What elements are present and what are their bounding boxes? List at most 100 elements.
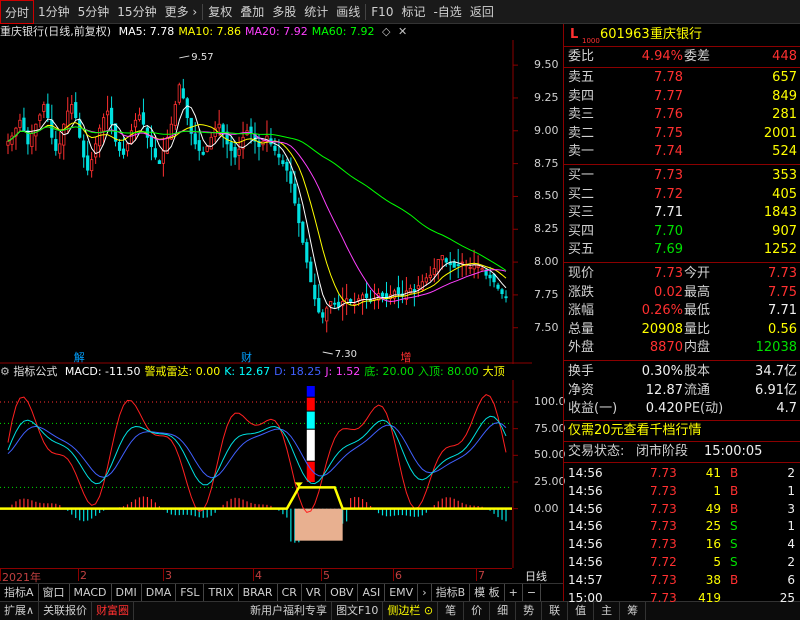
indicator-chart-bg	[0, 380, 512, 568]
sell-row[interactable]: 卖五 7.78 657	[564, 69, 800, 87]
stat-label: 总量	[568, 321, 595, 337]
trade-tick-row[interactable]: 14:56 7.73 49 B 3	[564, 500, 800, 518]
fundamental-value: 6.91亿	[755, 382, 797, 398]
indicator-tab-12[interactable]: EMV	[385, 584, 419, 601]
time-axis: 2021年 2 3 4 5 6 7	[0, 568, 512, 584]
candle-body	[133, 119, 138, 128]
toolbar-button-7[interactable]: 多股	[268, 0, 300, 24]
promo-row[interactable]: 仅需20元查看千档行情	[564, 422, 800, 440]
toolbar-button-2[interactable]: 5分钟	[74, 0, 114, 24]
toolbar-button-10[interactable]: F10	[367, 0, 397, 24]
buy-row[interactable]: 买五 7.69 1252	[564, 241, 800, 259]
trade-volume: 5	[713, 555, 721, 569]
promo-link[interactable]: 仅需20元查看千档行情	[568, 422, 702, 440]
trade-price: 7.73	[650, 572, 677, 587]
stat-label: 涨跌	[568, 284, 595, 300]
trade-tick-row[interactable]: 14:56 7.73 1 B 1	[564, 482, 800, 500]
fundamental-label: PE(动)	[684, 401, 724, 417]
time-axis-label: 2	[80, 569, 87, 582]
buy-row[interactable]: 买三 7.71 1843	[564, 204, 800, 222]
trade-tick-row[interactable]: 14:56 7.73 25 S 1	[564, 517, 800, 535]
price-chart[interactable]: 9.57 7.30 解 财 增	[0, 40, 532, 364]
buy-row[interactable]: 买二 7.72 405	[564, 186, 800, 204]
status-item-2[interactable]: 财富圈	[92, 602, 135, 620]
indicator-tab-16[interactable]: +	[505, 584, 523, 601]
status-item-5[interactable]: 侧边栏 ⊙	[383, 602, 439, 620]
sell-row[interactable]: 卖三 7.76 281	[564, 106, 800, 124]
trade-state-label: 交易状态:	[568, 444, 625, 459]
event-marker[interactable]: 财	[241, 350, 252, 364]
status-item-4[interactable]: 图文F10	[332, 602, 384, 620]
candle-body	[297, 203, 301, 224]
status-item-3[interactable]: 新用户福利专享	[246, 602, 333, 620]
event-marker[interactable]: 解	[74, 350, 85, 364]
time-axis-tick	[0, 569, 1, 581]
indicator-tab-10[interactable]: OBV	[326, 584, 359, 601]
fundamental-label: 换手	[568, 364, 595, 379]
trade-time: 14:56	[568, 466, 603, 480]
toolbar-button-3[interactable]: 15分钟	[113, 0, 160, 24]
candle-body	[137, 114, 142, 120]
trade-count: 3	[787, 501, 795, 516]
buy-label: 买五	[568, 242, 595, 258]
trade-time: 14:56	[568, 537, 603, 552]
sell-label: 卖四	[568, 88, 595, 104]
indicator-tab-4[interactable]: DMA	[142, 584, 177, 601]
toolbar-button-8[interactable]: 统计	[300, 0, 332, 24]
toolbar-button-9[interactable]: 画线	[332, 0, 364, 24]
toolbar-button-13[interactable]: 返回	[466, 0, 498, 24]
settings-gear-icon[interactable]: ⚙	[0, 365, 10, 378]
sell-row[interactable]: 卖二 7.75 2001	[564, 125, 800, 143]
indicator-tab-14[interactable]: 指标B	[432, 584, 471, 601]
status-item-9[interactable]: 势	[516, 602, 543, 620]
toolbar-button-12[interactable]: -自选	[429, 0, 465, 24]
indicator-tab-5[interactable]: FSL	[176, 584, 205, 601]
toolbar-button-5[interactable]: 复权	[204, 0, 236, 24]
status-item-1[interactable]: 关联报价	[39, 602, 93, 620]
sell-volume: 657	[772, 70, 797, 85]
trade-tick-row[interactable]: 14:56 7.72 5 S 2	[564, 553, 800, 571]
diamond-icon[interactable]: ◇	[382, 25, 390, 38]
fundamental-value: 4.7	[776, 401, 797, 417]
indicator-tab-1[interactable]: 窗口	[39, 584, 70, 601]
indicator-tab-9[interactable]: VR	[302, 584, 327, 601]
indicator-tab-6[interactable]: TRIX	[204, 584, 239, 601]
indicator-tab-7[interactable]: BRAR	[239, 584, 278, 601]
period-label[interactable]: 日线	[525, 568, 547, 584]
event-marker[interactable]: 增	[400, 350, 411, 364]
indicator-tab-3[interactable]: DMI	[112, 584, 142, 601]
toolbar-button-6[interactable]: 叠加	[236, 0, 268, 24]
signal-bar-segment	[306, 429, 315, 461]
status-item-6[interactable]: 笔	[438, 602, 465, 620]
trade-tick-row[interactable]: 14:56 7.73 16 S 4	[564, 535, 800, 553]
toolbar-button-1[interactable]: 1分钟	[34, 0, 74, 24]
indicator-tab-8[interactable]: CR	[278, 584, 302, 601]
buy-row[interactable]: 买一 7.73 353	[564, 167, 800, 185]
stat-label: 量比	[684, 321, 711, 337]
status-item-0[interactable]: 扩展∧	[0, 602, 40, 620]
close-icon[interactable]: ✕	[398, 25, 407, 38]
stat-value: 0.26%	[641, 303, 683, 319]
indicator-tab-13[interactable]: ›	[418, 584, 432, 601]
status-item-8[interactable]: 细	[490, 602, 517, 620]
indicator-chart[interactable]	[0, 380, 532, 568]
buy-row[interactable]: 买四 7.70 907	[564, 223, 800, 241]
trade-tick-row[interactable]: 14:56 7.73 41 B 2	[564, 464, 800, 482]
trade-tick-row[interactable]: 14:57 7.73 38 B 6	[564, 571, 800, 589]
toolbar-button-4[interactable]: 更多 ›	[161, 0, 202, 24]
stat-value: 7.71	[768, 303, 797, 319]
indicator-tab-11[interactable]: ASI	[358, 584, 386, 601]
indicator-tab-17[interactable]: −	[523, 584, 542, 601]
status-item-7[interactable]: 价	[464, 602, 491, 620]
sell-row[interactable]: 卖四 7.77 849	[564, 88, 800, 106]
indicator-tab-15[interactable]: 模 板	[470, 584, 505, 601]
trade-tick-row[interactable]: 15:00 7.73 419 25	[564, 589, 800, 607]
indicator-tab-0[interactable]: 指标A	[0, 584, 39, 601]
toolbar-button-11[interactable]: 标记	[397, 0, 429, 24]
stat-value: 12038	[755, 340, 797, 356]
ma-value-1: MA10: 7.86	[178, 25, 242, 38]
indicator-tick-label: 75.00	[534, 421, 566, 435]
sell-row[interactable]: 卖一 7.74 524	[564, 143, 800, 161]
toolbar-button-0[interactable]: 分时	[0, 0, 35, 24]
indicator-tab-2[interactable]: MACD	[70, 584, 112, 601]
